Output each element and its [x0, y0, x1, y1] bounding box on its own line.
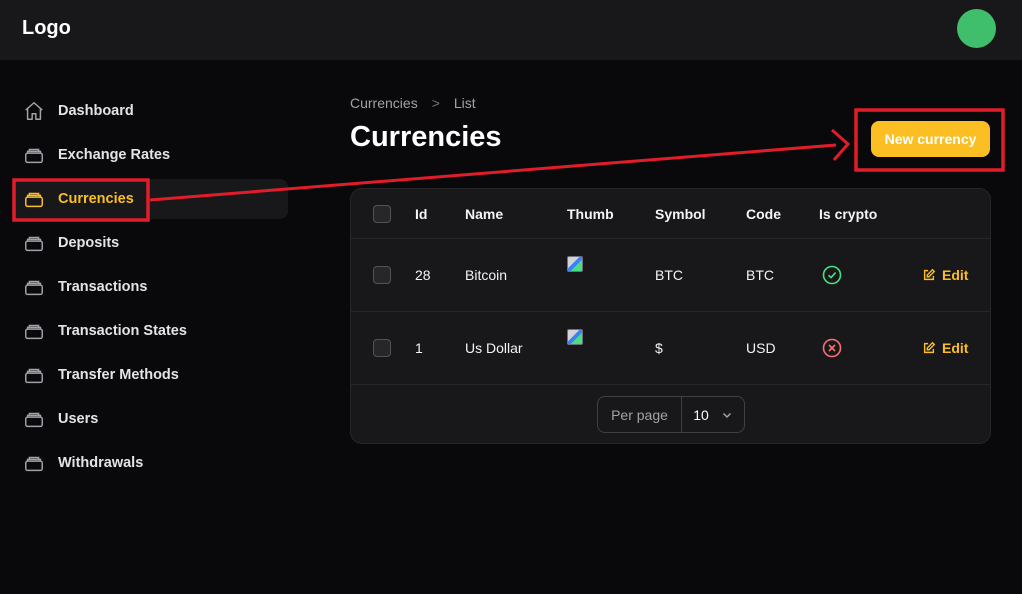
avatar[interactable]	[957, 9, 996, 48]
stack-icon	[22, 451, 46, 475]
table-row[interactable]: 1 Us Dollar $ USD Edit	[351, 312, 990, 385]
column-header-thumb: Thumb	[567, 205, 614, 222]
chevron-right-icon: >	[431, 95, 440, 111]
chevron-down-icon	[722, 412, 731, 418]
column-header-is-crypto[interactable]: Is crypto	[819, 189, 877, 238]
per-page-value: 10	[693, 406, 709, 423]
table-row[interactable]: 28 Bitcoin BTC BTC Edit	[351, 239, 990, 312]
stack-icon	[22, 275, 46, 299]
cell-thumb	[567, 312, 583, 384]
new-currency-button[interactable]: New currency	[871, 121, 990, 157]
sidebar-item-label: Dashboard	[58, 103, 134, 119]
broken-image-icon	[567, 256, 583, 272]
select-all-cell	[373, 189, 391, 238]
broken-image-icon	[567, 329, 583, 345]
logo[interactable]: Logo	[22, 17, 71, 40]
row-checkbox[interactable]	[373, 339, 391, 357]
sidebar-item-transfer-methods[interactable]: Transfer Methods	[12, 355, 288, 395]
row-select-cell	[373, 312, 391, 384]
breadcrumb: Currencies > List	[350, 95, 476, 111]
cell-name: Bitcoin	[465, 267, 508, 283]
column-header-id[interactable]: Id	[415, 189, 427, 238]
edit-icon	[923, 268, 936, 281]
stack-icon	[22, 187, 46, 211]
sidebar-item-label: Currencies	[58, 191, 134, 207]
annotation-arrow-head	[831, 128, 851, 161]
sidebar-item-withdrawals[interactable]: Withdrawals	[12, 443, 288, 483]
cell-symbol: $	[655, 340, 663, 356]
table-header-row: Id Name Thumb Symbol Code Is crypto	[351, 189, 990, 239]
sidebar-item-label: Transactions	[58, 279, 148, 295]
edit-link[interactable]: Edit	[922, 312, 968, 384]
home-icon	[22, 99, 46, 123]
cell-id: 28	[415, 267, 431, 283]
edit-icon	[923, 341, 936, 354]
cell-symbol: BTC	[655, 267, 683, 283]
sidebar-item-label: Deposits	[58, 235, 120, 251]
edit-link[interactable]: Edit	[922, 239, 968, 311]
sidebar-item-dashboard[interactable]: Dashboard	[12, 91, 288, 131]
column-header-code[interactable]: Code	[746, 189, 781, 238]
breadcrumb-current: List	[453, 95, 476, 111]
sidebar-item-exchange-rates[interactable]: Exchange Rates	[12, 135, 288, 175]
cell-id: 1	[415, 340, 423, 356]
per-page-control: Per page 10	[597, 396, 745, 433]
per-page-select[interactable]: 10	[682, 407, 744, 423]
stack-icon	[22, 319, 46, 343]
top-bar: Logo	[0, 0, 1022, 60]
row-checkbox[interactable]	[373, 266, 391, 284]
stack-icon	[22, 363, 46, 387]
cell-is-crypto	[822, 239, 842, 311]
select-all-checkbox[interactable]	[373, 204, 391, 223]
sidebar: Dashboard Exchange Rates Currencies Depo…	[12, 91, 288, 487]
cell-is-crypto	[822, 312, 842, 384]
page-title: Currencies	[350, 121, 502, 153]
currencies-table: Id Name Thumb Symbol Code Is crypto 28 B…	[350, 188, 991, 444]
stack-icon	[22, 407, 46, 431]
cell-name: Us Dollar	[465, 340, 523, 356]
cell-thumb	[567, 239, 583, 311]
sidebar-item-transaction-states[interactable]: Transaction States	[12, 311, 288, 351]
sidebar-item-transactions[interactable]: Transactions	[12, 267, 288, 307]
sidebar-item-label: Exchange Rates	[58, 147, 171, 163]
sidebar-item-label: Users	[58, 411, 99, 427]
sidebar-item-label: Transaction States	[58, 323, 187, 339]
edit-label: Edit	[942, 267, 969, 283]
edit-label: Edit	[942, 340, 969, 356]
stack-icon	[22, 143, 46, 167]
sidebar-item-label: Withdrawals	[58, 455, 144, 471]
sidebar-item-deposits[interactable]: Deposits	[12, 223, 288, 263]
sidebar-item-label: Transfer Methods	[58, 367, 179, 383]
sidebar-item-currencies[interactable]: Currencies	[12, 179, 288, 219]
check-circle-icon	[822, 265, 842, 285]
x-circle-icon	[822, 338, 842, 358]
row-select-cell	[373, 239, 391, 311]
column-header-name[interactable]: Name	[465, 189, 503, 238]
breadcrumb-parent[interactable]: Currencies	[350, 95, 418, 111]
sidebar-item-users[interactable]: Users	[12, 399, 288, 439]
column-header-symbol[interactable]: Symbol	[655, 189, 706, 238]
per-page-label: Per page	[598, 397, 682, 432]
stack-icon	[22, 231, 46, 255]
cell-code: USD	[746, 340, 776, 356]
cell-code: BTC	[746, 267, 774, 283]
